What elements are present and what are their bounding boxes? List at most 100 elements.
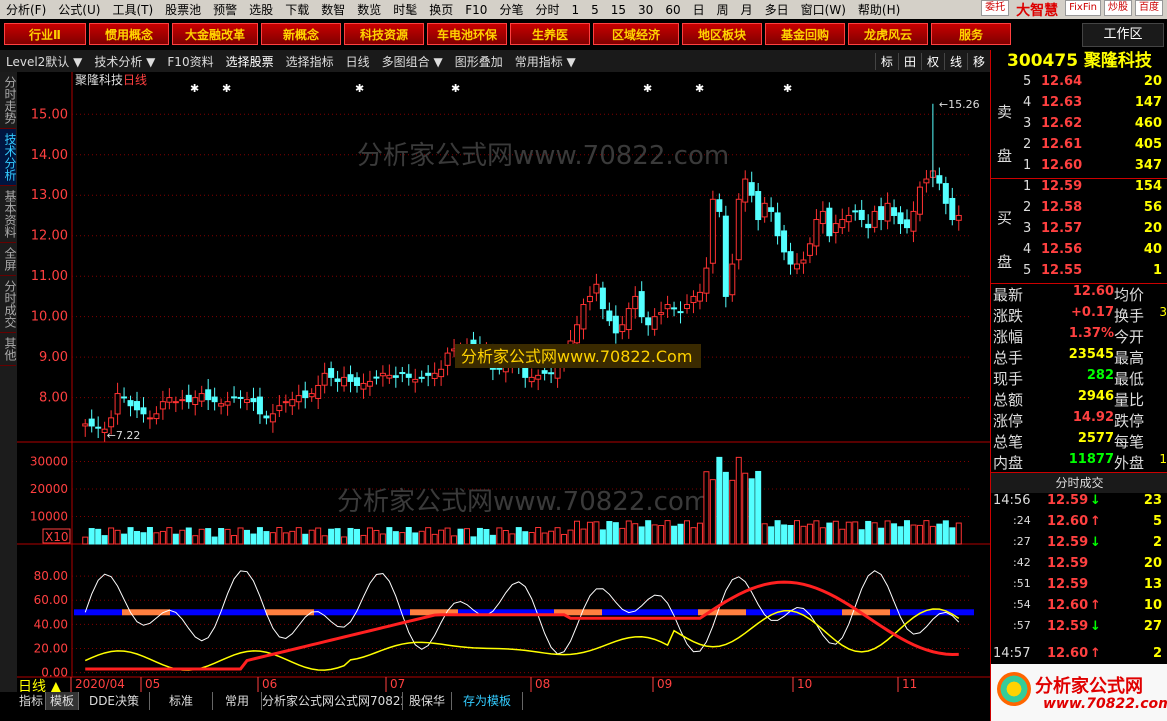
stat-label: 现手 [993, 370, 1024, 388]
bottom-tab-4[interactable]: 常用 [213, 692, 262, 710]
bottom-tab-1[interactable]: 模板 [46, 692, 79, 710]
sector-button-6[interactable]: 生养医 [510, 23, 590, 45]
menu-item-2[interactable]: 工具(T) [106, 1, 159, 18]
menu-item-18[interactable]: 60 [659, 3, 686, 17]
volume-bar [832, 520, 839, 545]
toolbar-right-button-3[interactable]: 线 [943, 52, 967, 70]
toolbar-right-button-4[interactable]: 移 [966, 52, 990, 70]
tick-time: 14:57 [993, 646, 1031, 661]
kd-tick-3: 20.00 [34, 641, 68, 655]
candle-body [535, 374, 542, 380]
left-tab-3[interactable]: 全屏 [0, 243, 17, 276]
toolbar-item-0[interactable]: Level2默认 ▼ [0, 53, 88, 70]
menu-item-21[interactable]: 月 [735, 1, 759, 18]
bottom-tab-3[interactable]: 标准 [150, 692, 213, 710]
menu-item-9[interactable]: 时髦 [387, 1, 423, 18]
toolbar-right-button-0[interactable]: 标 [874, 52, 898, 70]
sell-level-1: 4 12.63 147 [991, 95, 1167, 116]
sector-button-8[interactable]: 地区板块 [682, 23, 762, 45]
menu-item-15[interactable]: 5 [585, 3, 605, 17]
menu-item-19[interactable]: 日 [687, 1, 711, 18]
menu-item-0[interactable]: 分析(F) [0, 1, 52, 18]
sector-button-0[interactable]: 行业Ⅱ [4, 23, 86, 45]
bottom-tab-2[interactable]: DDE决策 [79, 692, 150, 710]
menu-item-12[interactable]: 分笔 [493, 1, 529, 18]
toolbar-item-4[interactable]: 选择指标 [280, 53, 340, 70]
buy-level-4: 5 12.55 1 [991, 263, 1167, 284]
volume-bar [522, 531, 529, 545]
sector-button-2[interactable]: 大金融改革 [172, 23, 258, 45]
menu-item-11[interactable]: F10 [459, 3, 493, 17]
menu-item-24[interactable]: 帮助(H) [852, 1, 906, 18]
candle-body [438, 368, 445, 378]
toolbar-item-6[interactable]: 多图组合 ▼ [376, 53, 449, 70]
tick-time: :51 [1013, 577, 1031, 590]
toolbar-item-8[interactable]: 常用指标 ▼ [509, 53, 582, 70]
fixfin-button[interactable]: FixFin [1065, 0, 1101, 16]
menu-item-20[interactable]: 周 [711, 1, 735, 18]
sell-level-2: 3 12.62 460 [991, 116, 1167, 137]
left-tab-2[interactable]: 基本资料 [0, 186, 17, 243]
menu-item-6[interactable]: 下载 [279, 1, 315, 18]
sector-button-3[interactable]: 新概念 [261, 23, 341, 45]
left-tab-1[interactable]: 技术分析 [0, 129, 17, 186]
volume-bar [341, 536, 348, 545]
candle-body [256, 396, 263, 415]
menu-item-14[interactable]: 1 [565, 3, 585, 17]
tick-time: :42 [1013, 556, 1031, 569]
workspace-button[interactable]: 工作区 [1082, 23, 1164, 47]
toolbar-right-button-2[interactable]: 权 [920, 52, 944, 70]
bottom-tab-6[interactable]: 股保华 [403, 692, 452, 710]
candle-body [418, 376, 425, 379]
stat-label-2: 跌停 [1114, 412, 1145, 430]
candle-body [198, 393, 205, 402]
volume-bar [904, 520, 910, 545]
menu-item-8[interactable]: 数览 [351, 1, 387, 18]
toolbar-item-7[interactable]: 图形叠加 [449, 53, 509, 70]
volume-bar [709, 479, 716, 545]
kd-band [818, 609, 830, 616]
sector-button-4[interactable]: 科技资源 [344, 23, 424, 45]
candle-body [755, 191, 762, 221]
menu-item-22[interactable]: 多日 [759, 1, 795, 18]
sector-button-1[interactable]: 惯用概念 [89, 23, 169, 45]
menu-item-1[interactable]: 公式(U) [52, 1, 106, 18]
menu-item-7[interactable]: 数智 [315, 1, 351, 18]
menu-item-16[interactable]: 15 [605, 3, 632, 17]
menu-item-10[interactable]: 换页 [423, 1, 459, 18]
toolbar-item-5[interactable]: 日线 [340, 53, 376, 70]
candle-body [218, 403, 225, 407]
sector-button-10[interactable]: 龙虎风云 [848, 23, 928, 45]
toolbar-item-3[interactable]: 选择股票 [220, 53, 280, 70]
menu-item-4[interactable]: 预警 [207, 1, 243, 18]
volume-bar [127, 527, 134, 545]
left-tab-4[interactable]: 分时成交 [0, 276, 17, 333]
kd-band [638, 609, 650, 616]
baidu-button[interactable]: 百度 [1135, 0, 1163, 16]
sector-button-5[interactable]: 车电池环保 [427, 23, 507, 45]
toolbar-right-button-1[interactable]: 田 [897, 52, 921, 70]
left-tab-0[interactable]: 分时走势 [0, 72, 17, 129]
sector-button-11[interactable]: 服务 [931, 23, 1011, 45]
toolbar-item-2[interactable]: F10资料 [161, 53, 219, 70]
menu-item-13[interactable]: 分时 [529, 1, 565, 18]
sector-button-7[interactable]: 区域经济 [593, 23, 679, 45]
entrust-button[interactable]: 委托 [981, 0, 1010, 16]
stock-button[interactable]: 炒股 [1104, 0, 1132, 16]
bottom-tab-0[interactable]: 指标 [17, 692, 46, 710]
menu-item-23[interactable]: 窗口(W) [795, 1, 852, 18]
sell-volume: 460 [1134, 116, 1162, 131]
bottom-tab-7[interactable]: 存为模板 [452, 692, 523, 710]
candle-body [548, 372, 555, 375]
left-tab-5[interactable]: 其他 [0, 333, 17, 366]
bottom-tab-5[interactable]: 分析家公式网公式网70822 [262, 692, 403, 710]
sell-level-num: 3 [1023, 116, 1032, 131]
kd-band [398, 609, 410, 616]
toolbar-item-1[interactable]: 技术分析 ▼ [88, 53, 161, 70]
menu-item-5[interactable]: 选股 [243, 1, 279, 18]
menu-item-3[interactable]: 股票池 [159, 1, 207, 18]
sector-button-9[interactable]: 基金回购 [765, 23, 845, 45]
menu-item-17[interactable]: 30 [632, 3, 659, 17]
candle-body [916, 186, 923, 215]
kd-band [254, 609, 266, 616]
